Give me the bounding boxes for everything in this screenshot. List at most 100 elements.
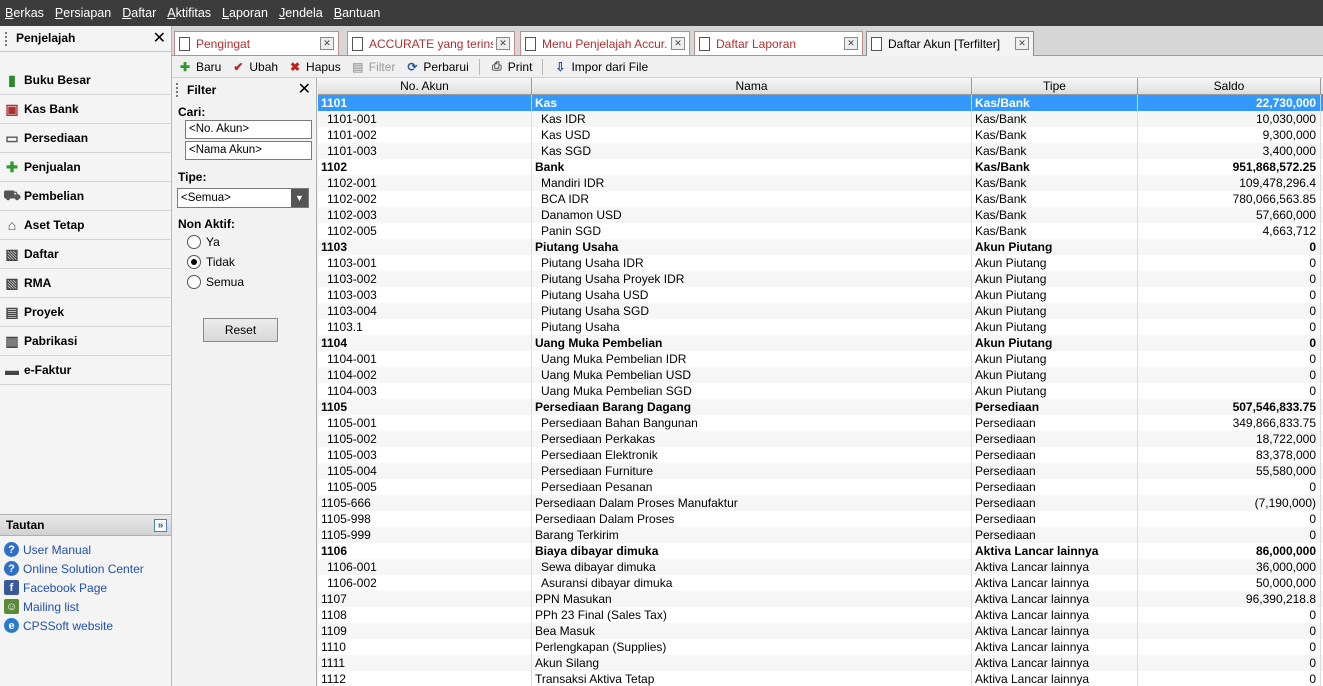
- table-row[interactable]: 1103.1 Piutang Usaha Akun Piutang 0: [318, 319, 1323, 335]
- link-cpssoft-website[interactable]: e CPSSoft website: [0, 616, 171, 635]
- nav-item-persediaan[interactable]: ▭ Persediaan: [0, 124, 171, 153]
- table-row[interactable]: 1102 Bank Kas/Bank 951,868,572.25: [318, 159, 1323, 175]
- table-row[interactable]: 1103-002 Piutang Usaha Proyek IDR Akun Piu…: [318, 271, 1323, 287]
- table-row[interactable]: 1112 Transaksi Aktiva Tetap Aktiva Lancar …: [318, 671, 1323, 686]
- column-header-nama[interactable]: Nama: [532, 78, 972, 94]
- radio-tidak[interactable]: Tidak: [187, 255, 235, 269]
- collapse-chevron-icon[interactable]: »: [154, 518, 167, 532]
- nav-item-aset-tetap[interactable]: ⌂ Aset Tetap: [0, 211, 171, 240]
- table-row[interactable]: 1111 Akun Silang Aktiva Lancar lainnya 0: [318, 655, 1323, 671]
- print-button[interactable]: ⎙ Print: [490, 59, 533, 74]
- column-header-no-akun[interactable]: No. Akun: [318, 78, 532, 94]
- table-row[interactable]: 1105-003 Persediaan Elektronik Persediaan 8…: [318, 447, 1323, 463]
- link-mailing-list[interactable]: ☺ Mailing list: [0, 597, 171, 616]
- table-row[interactable]: 1102-002 BCA IDR Kas/Bank 780,066,563.85: [318, 191, 1323, 207]
- table-row[interactable]: 1102-005 Panin SGD Kas/Bank 4,663,712: [318, 223, 1323, 239]
- delete-icon: ✖: [290, 59, 301, 74]
- table-row[interactable]: 1104-003 Uang Muka Pembelian SGD Akun Piut…: [318, 383, 1323, 399]
- table-row[interactable]: 1105-004 Persediaan Furniture Persediaan 55…: [318, 463, 1323, 479]
- menu-berkas[interactable]: Berkas: [5, 6, 44, 20]
- close-tab-icon[interactable]: ✕: [496, 37, 510, 50]
- tab-1[interactable]: ACCURATE yang terinstall t...✕: [347, 31, 515, 55]
- link-user-manual[interactable]: ? User Manual: [0, 540, 171, 559]
- table-row[interactable]: 1101-003 Kas SGD Kas/Bank 3,400,000: [318, 143, 1323, 159]
- table-row[interactable]: 1101 Kas Kas/Bank 22,730,000: [318, 95, 1323, 111]
- table-row[interactable]: 1105-998 Persediaan Dalam Proses Persediaa…: [318, 511, 1323, 527]
- table-row[interactable]: 1101-001 Kas IDR Kas/Bank 10,030,000: [318, 111, 1323, 127]
- filter-button[interactable]: ▤ Filter: [351, 60, 395, 74]
- close-filter-icon[interactable]: ✕: [298, 82, 311, 98]
- grip-icon[interactable]: [176, 83, 179, 98]
- perbarui-button[interactable]: ⟳ Perbarui: [405, 60, 468, 74]
- menu-daftar[interactable]: Daftar: [122, 6, 156, 20]
- table-row[interactable]: 1105-002 Persediaan Perkakas Persediaan 18,…: [318, 431, 1323, 447]
- tautan-header[interactable]: Tautan »: [0, 514, 171, 536]
- menu-bantuan[interactable]: Bantuan: [334, 6, 381, 20]
- table-row[interactable]: 1104 Uang Muka Pembelian Akun Piutang 0: [318, 335, 1323, 351]
- radio-ya[interactable]: Ya: [187, 235, 220, 249]
- table-row[interactable]: 1108 PPh 23 Final (Sales Tax) Aktiva Lanca…: [318, 607, 1323, 623]
- menu-aktifitas[interactable]: Aktifitas: [167, 6, 211, 20]
- menu-laporan[interactable]: Laporan: [222, 6, 268, 20]
- nav-item-e-faktur[interactable]: ▬ e-Faktur: [0, 356, 171, 385]
- table-row[interactable]: 1107 PPN Masukan Aktiva Lancar lainnya 96,3…: [318, 591, 1323, 607]
- close-tab-icon[interactable]: ✕: [320, 37, 334, 50]
- nav-item-penjualan[interactable]: ✚ Penjualan: [0, 153, 171, 182]
- table-row[interactable]: 1106-002 Asuransi dibayar dimuka Aktiva La…: [318, 575, 1323, 591]
- ubah-button[interactable]: ✔ Ubah: [231, 60, 278, 74]
- table-row[interactable]: 1106-001 Sewa dibayar dimuka Aktiva Lancar…: [318, 559, 1323, 575]
- table-row[interactable]: 1105-005 Persediaan Pesanan Persediaan 0: [318, 479, 1323, 495]
- table-row[interactable]: 1110 Perlengkapan (Supplies) Aktiva Lancar…: [318, 639, 1323, 655]
- table-row[interactable]: 1103 Piutang Usaha Akun Piutang 0: [318, 239, 1323, 255]
- close-tab-icon[interactable]: ✕: [1015, 37, 1029, 50]
- column-header-saldo[interactable]: Saldo: [1138, 78, 1321, 94]
- nav-item-pabrikasi[interactable]: ▥ Pabrikasi: [0, 327, 171, 356]
- table-row[interactable]: 1105-666 Persediaan Dalam Proses Manufakt…: [318, 495, 1323, 511]
- tab-3[interactable]: Daftar Laporan ✕: [694, 31, 863, 55]
- link-online-solution-center[interactable]: ? Online Solution Center: [0, 559, 171, 578]
- radio-semua[interactable]: Semua: [187, 275, 244, 289]
- menu-jendela[interactable]: Jendela: [279, 6, 323, 20]
- dropdown-arrow-icon[interactable]: ▼: [291, 189, 308, 207]
- cell-nama: Kas SGD: [532, 143, 972, 159]
- no-akun-input[interactable]: <No. Akun>: [185, 120, 312, 139]
- nav-item-daftar[interactable]: ▧ Daftar: [0, 240, 171, 269]
- nav-item-buku-besar[interactable]: ▮ Buku Besar: [0, 66, 171, 95]
- table-row[interactable]: 1102-003 Danamon USD Kas/Bank 57,660,000: [318, 207, 1323, 223]
- menu-persiapan[interactable]: Persiapan: [55, 6, 111, 20]
- table-row[interactable]: 1105-001 Persediaan Bahan Bangunan Persedi…: [318, 415, 1323, 431]
- close-tab-icon[interactable]: ✕: [844, 37, 858, 50]
- radio-circle[interactable]: [187, 275, 201, 289]
- nav-item-proyek[interactable]: ▤ Proyek: [0, 298, 171, 327]
- table-row[interactable]: 1105-999 Barang Terkirim Persediaan 0: [318, 527, 1323, 543]
- close-navigator-icon[interactable]: ✕: [153, 30, 166, 47]
- reset-button[interactable]: Reset: [203, 318, 278, 342]
- table-row[interactable]: 1102-001 Mandiri IDR Kas/Bank 109,478,296.4: [318, 175, 1323, 191]
- column-header-tipe[interactable]: Tipe: [972, 78, 1138, 94]
- nav-item-kas-bank[interactable]: ▣ Kas Bank: [0, 95, 171, 124]
- nama-akun-input[interactable]: <Nama Akun>: [185, 141, 312, 160]
- table-row[interactable]: 1103-003 Piutang Usaha USD Akun Piutang 0: [318, 287, 1323, 303]
- grip-icon[interactable]: [5, 31, 8, 46]
- nav-item-rma[interactable]: ▧ RMA: [0, 269, 171, 298]
- baru-button[interactable]: ✚ Baru: [178, 60, 221, 74]
- radio-circle[interactable]: [187, 255, 201, 269]
- hapus-button[interactable]: ✖ Hapus: [288, 60, 341, 74]
- table-row[interactable]: 1103-001 Piutang Usaha IDR Akun Piutang 0: [318, 255, 1323, 271]
- radio-circle[interactable]: [187, 235, 201, 249]
- nav-item-pembelian[interactable]: ⛟ Pembelian: [0, 182, 171, 211]
- table-row[interactable]: 1106 Biaya dibayar dimuka Aktiva Lancar la…: [318, 543, 1323, 559]
- table-row[interactable]: 1104-001 Uang Muka Pembelian IDR Akun Piut…: [318, 351, 1323, 367]
- tab-4[interactable]: Daftar Akun [Terfilter] ✕: [866, 31, 1034, 56]
- tab-0[interactable]: Pengingat ✕: [174, 31, 339, 55]
- close-tab-icon[interactable]: ✕: [671, 37, 685, 50]
- table-row[interactable]: 1103-004 Piutang Usaha SGD Akun Piutang 0: [318, 303, 1323, 319]
- table-row[interactable]: 1104-002 Uang Muka Pembelian USD Akun Piut…: [318, 367, 1323, 383]
- tipe-select[interactable]: <Semua> ▼: [177, 188, 309, 208]
- table-row[interactable]: 1109 Bea Masuk Aktiva Lancar lainnya 0: [318, 623, 1323, 639]
- tab-2[interactable]: Menu Penjelajah Accur... ✕: [520, 31, 690, 55]
- table-row[interactable]: 1105 Persediaan Barang Dagang Persediaan 50…: [318, 399, 1323, 415]
- link-facebook-page[interactable]: f Facebook Page: [0, 578, 171, 597]
- table-row[interactable]: 1101-002 Kas USD Kas/Bank 9,300,000: [318, 127, 1323, 143]
- impor-button[interactable]: ⇩ Impor dari File: [553, 60, 648, 74]
